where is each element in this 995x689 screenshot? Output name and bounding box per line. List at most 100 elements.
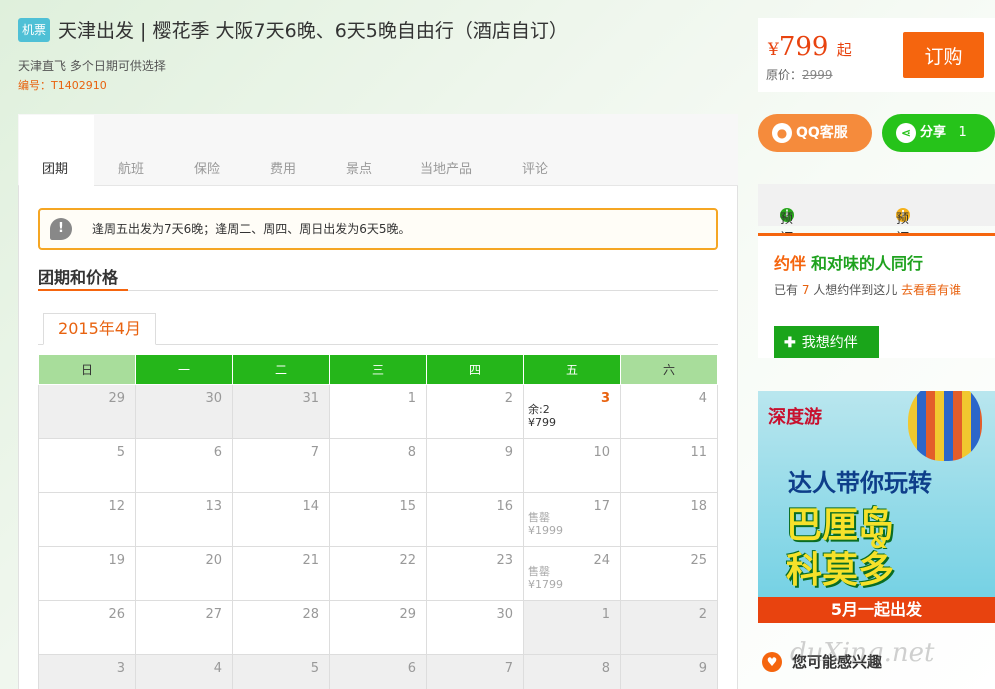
day-price-info: 售罄 ¥1999 (528, 511, 563, 537)
tab-4[interactable]: 费用 (270, 158, 296, 177)
tab-3[interactable]: 保险 (194, 158, 220, 177)
day-number: 23 (496, 553, 513, 568)
day-number: 30 (496, 607, 513, 622)
calendar-day: 7 (232, 438, 330, 493)
calendar-day: 6 (329, 654, 427, 689)
currency-symbol: ¥ (768, 40, 779, 60)
weekday-1: 一 (135, 354, 233, 385)
day-number: 14 (302, 499, 319, 514)
calendar-week: 26 27 28 29 30 1 2 (38, 600, 718, 655)
day-number: 27 (205, 607, 222, 622)
weekday-2: 二 (232, 354, 330, 385)
day-number: 20 (205, 553, 222, 568)
section-divider (38, 290, 718, 291)
day-number: 16 (496, 499, 513, 514)
ad-bottom-text: 5月一起出发 (758, 597, 995, 623)
calendar-day: 3 (38, 654, 136, 689)
month-tab[interactable]: 2015年4月 (43, 313, 156, 345)
day-number: 2 (698, 607, 707, 622)
calendar-day: 6 (135, 438, 233, 493)
day-price: ¥1999 (528, 524, 563, 537)
day-number: 28 (302, 607, 319, 622)
original-price-label: 原价： (766, 68, 803, 82)
day-status: 售罄 (528, 565, 550, 578)
calendar-day: 12 (38, 492, 136, 547)
day-number: 22 (399, 553, 416, 568)
page-title: 天津出发 | 樱花季 大阪7天6晚、6天5晚自由行（酒店自订） (58, 20, 568, 42)
day-number: 5 (310, 661, 319, 676)
weekday-header: 日一二三四五六 (38, 354, 718, 385)
calendar-day: 29 (38, 384, 136, 439)
calendar-day[interactable]: 3 余:2 ¥799 (523, 384, 621, 439)
calendar-day: 19 (38, 546, 136, 601)
share-button[interactable]: ⋖ 分享 1 (882, 114, 995, 152)
price-suffix: 起 (836, 41, 852, 59)
price-amount: 799 (778, 32, 829, 62)
calendar-day: 24 售罄 ¥1799 (523, 546, 621, 601)
tab-5[interactable]: 景点 (346, 158, 372, 177)
original-price-value: 2999 (802, 68, 833, 82)
calendar-week: 29 30 31 1 2 3 余:2 ¥799 4 (38, 384, 718, 439)
day-status: 售罄 (528, 511, 550, 524)
day-number: 13 (205, 499, 222, 514)
calendar-day: 15 (329, 492, 427, 547)
partner-link[interactable]: 去看看有谁 (901, 283, 961, 297)
calendar-day: 8 (329, 438, 427, 493)
price: ¥799 起 (768, 32, 852, 62)
original-price: 原价：2999 (766, 66, 833, 83)
partner-title: 和对味的人同行 (811, 254, 924, 273)
calendar-week: 19 20 21 22 23 24 售罄 ¥1799 25 (38, 546, 718, 601)
calendar-day: 14 (232, 492, 330, 547)
booking-links-bar: i预订流程 !预订须知 (758, 184, 995, 284)
calendar-day: 7 (426, 654, 524, 689)
section-underline (38, 289, 128, 291)
day-number: 19 (108, 553, 125, 568)
day-number: 29 (108, 391, 125, 406)
day-number: 3 (600, 391, 610, 406)
weekday-6: 六 (620, 354, 718, 385)
day-number: 3 (116, 661, 125, 676)
day-number: 30 (205, 391, 222, 406)
hot-air-balloon-icon (908, 391, 982, 461)
day-number: 9 (504, 445, 513, 460)
day-number: 1 (407, 391, 416, 406)
ad-destination-2: 科莫多 (786, 550, 895, 591)
day-number: 6 (407, 661, 416, 676)
find-partner-button[interactable]: ✚ 我想约伴 (774, 326, 879, 358)
calendar-day: 25 (620, 546, 718, 601)
calendar-day: 17 售罄 ¥1999 (523, 492, 621, 547)
day-number: 6 (213, 445, 222, 460)
calendar-day: 28 (232, 600, 330, 655)
qq-penguin-icon: ● (772, 123, 792, 143)
day-number: 1 (601, 607, 610, 622)
tab-1[interactable]: 团期 (42, 158, 68, 177)
calendar-week: 3 4 5 6 7 8 9 (38, 654, 718, 689)
calendar-day: 8 (523, 654, 621, 689)
day-number: 4 (213, 661, 222, 676)
ad-banner[interactable]: 深度游 达人带你玩转 巴厘岛 & 科莫多 5月一起出发 (758, 391, 995, 623)
plus-icon: ✚ (784, 334, 796, 350)
calendar-day: 11 (620, 438, 718, 493)
calendar-day: 1 (329, 384, 427, 439)
tab-7[interactable]: 评论 (522, 158, 548, 177)
day-number: 24 (593, 553, 610, 568)
calendar-day: 5 (232, 654, 330, 689)
subtitle: 天津直飞 多个日期可供选择 (18, 59, 166, 73)
share-count: 1 (958, 125, 967, 140)
weekday-5: 五 (523, 354, 621, 385)
qq-service-button[interactable]: ● QQ客服 (758, 114, 872, 152)
day-status: 余:2 (528, 403, 550, 416)
day-number: 2 (504, 391, 513, 406)
ad-headline: 达人带你玩转 (788, 469, 932, 497)
partner-text-pre: 已有 (774, 283, 802, 297)
tab-6[interactable]: 当地产品 (420, 158, 472, 177)
buy-button[interactable]: 订购 (903, 32, 984, 78)
tab-2[interactable]: 航班 (118, 158, 144, 177)
day-number: 17 (593, 499, 610, 514)
heart-icon: ♥ (762, 652, 782, 672)
day-number: 9 (698, 661, 707, 676)
share-label: 分享 (920, 125, 947, 140)
calendar-day: 9 (426, 438, 524, 493)
calendar-day: 16 (426, 492, 524, 547)
day-number: 11 (690, 445, 707, 460)
